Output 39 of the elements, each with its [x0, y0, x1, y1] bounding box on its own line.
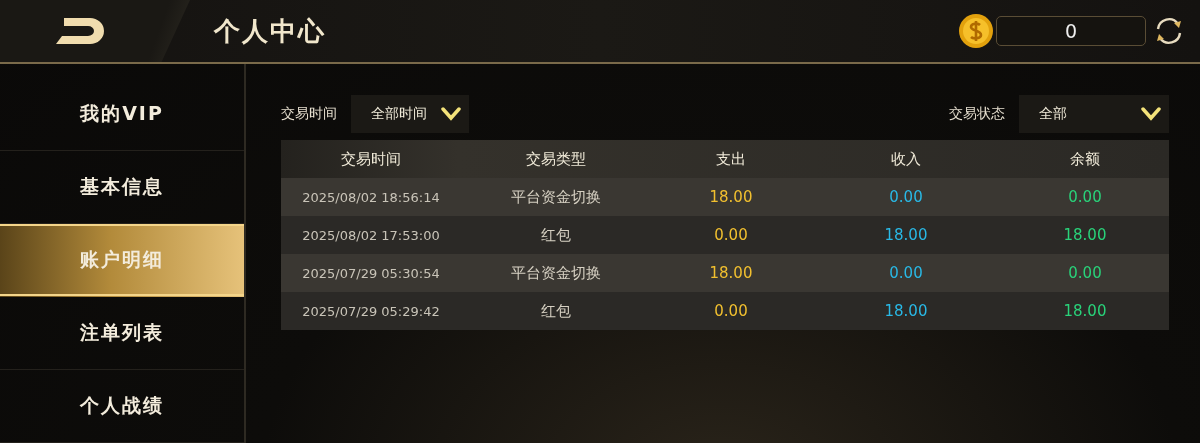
coin-icon	[958, 13, 994, 49]
status-dropdown[interactable]: 全部	[1019, 95, 1169, 133]
table-cell-text: 18.00	[883, 302, 929, 320]
filter-label: 交易状态	[949, 105, 1005, 123]
table-cell-text: 18.00	[708, 188, 754, 206]
table-cell-text: 0.00	[888, 264, 924, 282]
sidebar-item[interactable]: 个人战绩	[0, 370, 244, 443]
column-header: 余额	[1069, 149, 1101, 169]
page-title: 个人中心	[214, 14, 326, 48]
column-header: 收入	[890, 149, 922, 169]
time-dropdown[interactable]: 全部时间	[351, 95, 469, 133]
sidebar-item[interactable]: 注单列表	[0, 297, 244, 370]
sidebar-item[interactable]: 我的VIP	[0, 78, 244, 151]
chevron-down-icon	[441, 107, 461, 121]
column-header: 交易类型	[525, 149, 587, 169]
chevron-down-icon	[1141, 107, 1161, 121]
back-button[interactable]	[0, 0, 190, 62]
table-cell-text: 红包	[540, 301, 572, 321]
table-cell-text: 2025/07/29 05:30:54	[301, 265, 441, 281]
table-cell-text: 平台资金切换	[510, 263, 602, 283]
table-cell-text: 2025/07/29 05:29:42	[301, 303, 441, 319]
column-header: 支出	[715, 149, 747, 169]
table-cell-text: 2025/08/02 18:56:14	[301, 189, 441, 205]
balance-field: 0	[996, 16, 1146, 46]
table-cell-text: 0.00	[713, 302, 749, 320]
table-cell-text: 0.00	[1067, 264, 1103, 282]
table-cell-text: 2025/08/02 17:53:00	[301, 227, 441, 243]
table-cell-text: 0.00	[1067, 188, 1103, 206]
table-cell-text: 18.00	[708, 264, 754, 282]
back-logo-icon	[54, 16, 106, 46]
table-cell-text: 0.00	[888, 188, 924, 206]
table-cell-text: 0.00	[713, 226, 749, 244]
table-cell-text: 平台资金切换	[510, 187, 602, 207]
column-header: 交易时间	[340, 149, 402, 169]
table-cell-text: 18.00	[883, 226, 929, 244]
table-cell-text: 18.00	[1062, 302, 1108, 320]
table-cell-text: 18.00	[1062, 226, 1108, 244]
table-cell-text: 红包	[540, 225, 572, 245]
filter-label: 交易时间	[281, 105, 337, 123]
